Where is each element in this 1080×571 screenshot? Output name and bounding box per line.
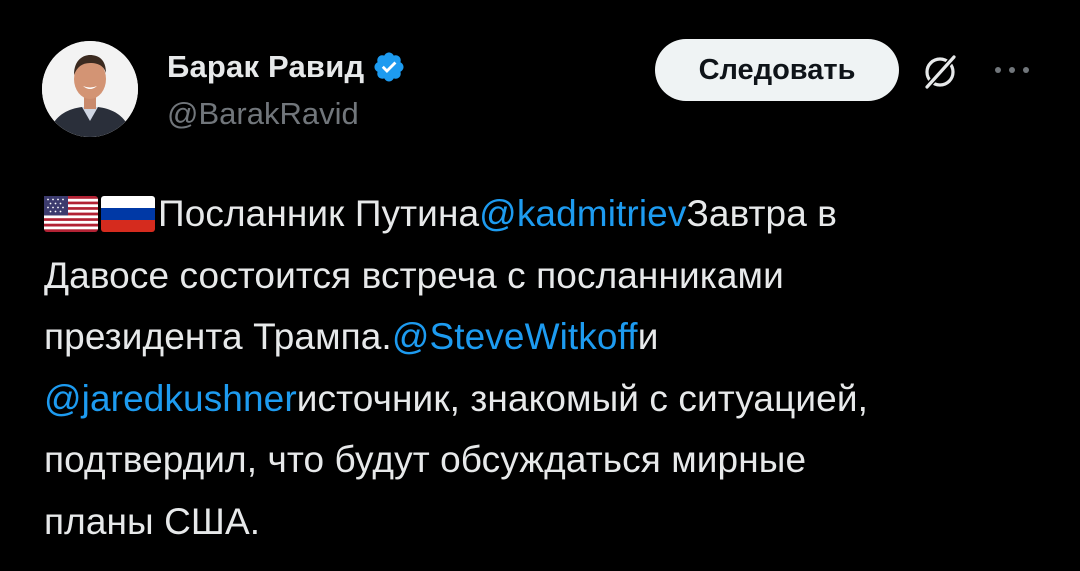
avatar[interactable] (42, 41, 138, 137)
ellipsis-icon[interactable] (990, 58, 1034, 82)
tweet-line: президента Трампа.@SteveWitkoffи (44, 306, 1054, 368)
tweet-line: подтвердил, что будут обсуждаться мирные (44, 429, 1054, 491)
mention-link[interactable]: @kadmitriev (479, 193, 686, 234)
tweet-text: Посланник Путина@kadmitrievЗавтра в Даво… (44, 183, 1054, 552)
tweet-text-segment: Посланник Путина (158, 193, 480, 234)
tweet-line: Давосе состоится встреча с посланниками (44, 245, 1054, 307)
tweet-line: Посланник Путина@kadmitrievЗавтра в (44, 183, 1054, 245)
tweet-line: @jaredkushnerисточник, знакомый с ситуац… (44, 368, 1054, 430)
russia-flag-icon (101, 196, 155, 232)
tweet-text-segment: источник, знакомый с ситуацией, (296, 377, 868, 419)
tweet-line: планы США. (44, 491, 1054, 553)
mention-link[interactable]: @jaredkushner (44, 378, 297, 419)
follow-button[interactable]: Следовать (655, 39, 899, 101)
tweet-text-segment: Завтра в (686, 193, 838, 234)
tweet-text-segment: планы США. (44, 500, 261, 542)
display-name[interactable]: Барак Равид (167, 49, 364, 85)
author-handle[interactable]: @BarakRavid (167, 96, 359, 132)
verified-badge-icon[interactable] (372, 50, 406, 84)
mention-link[interactable]: @SteveWitkoff (392, 316, 638, 357)
tweet-text-segment: и (637, 316, 659, 357)
tweet-text-segment: подтвердил, что будут обсуждаться мирные (44, 439, 807, 480)
tweet-card: Барак Равид @BarakRavid Следовать Послан… (0, 0, 1080, 571)
tweet-text-segment: президента Трампа. (44, 316, 392, 357)
tweet-text-segment: Давосе состоится встреча с посланниками (44, 254, 784, 296)
us-flag-icon (44, 196, 98, 232)
author-name-row: Барак Равид (167, 44, 406, 90)
grok-icon[interactable] (918, 50, 962, 94)
